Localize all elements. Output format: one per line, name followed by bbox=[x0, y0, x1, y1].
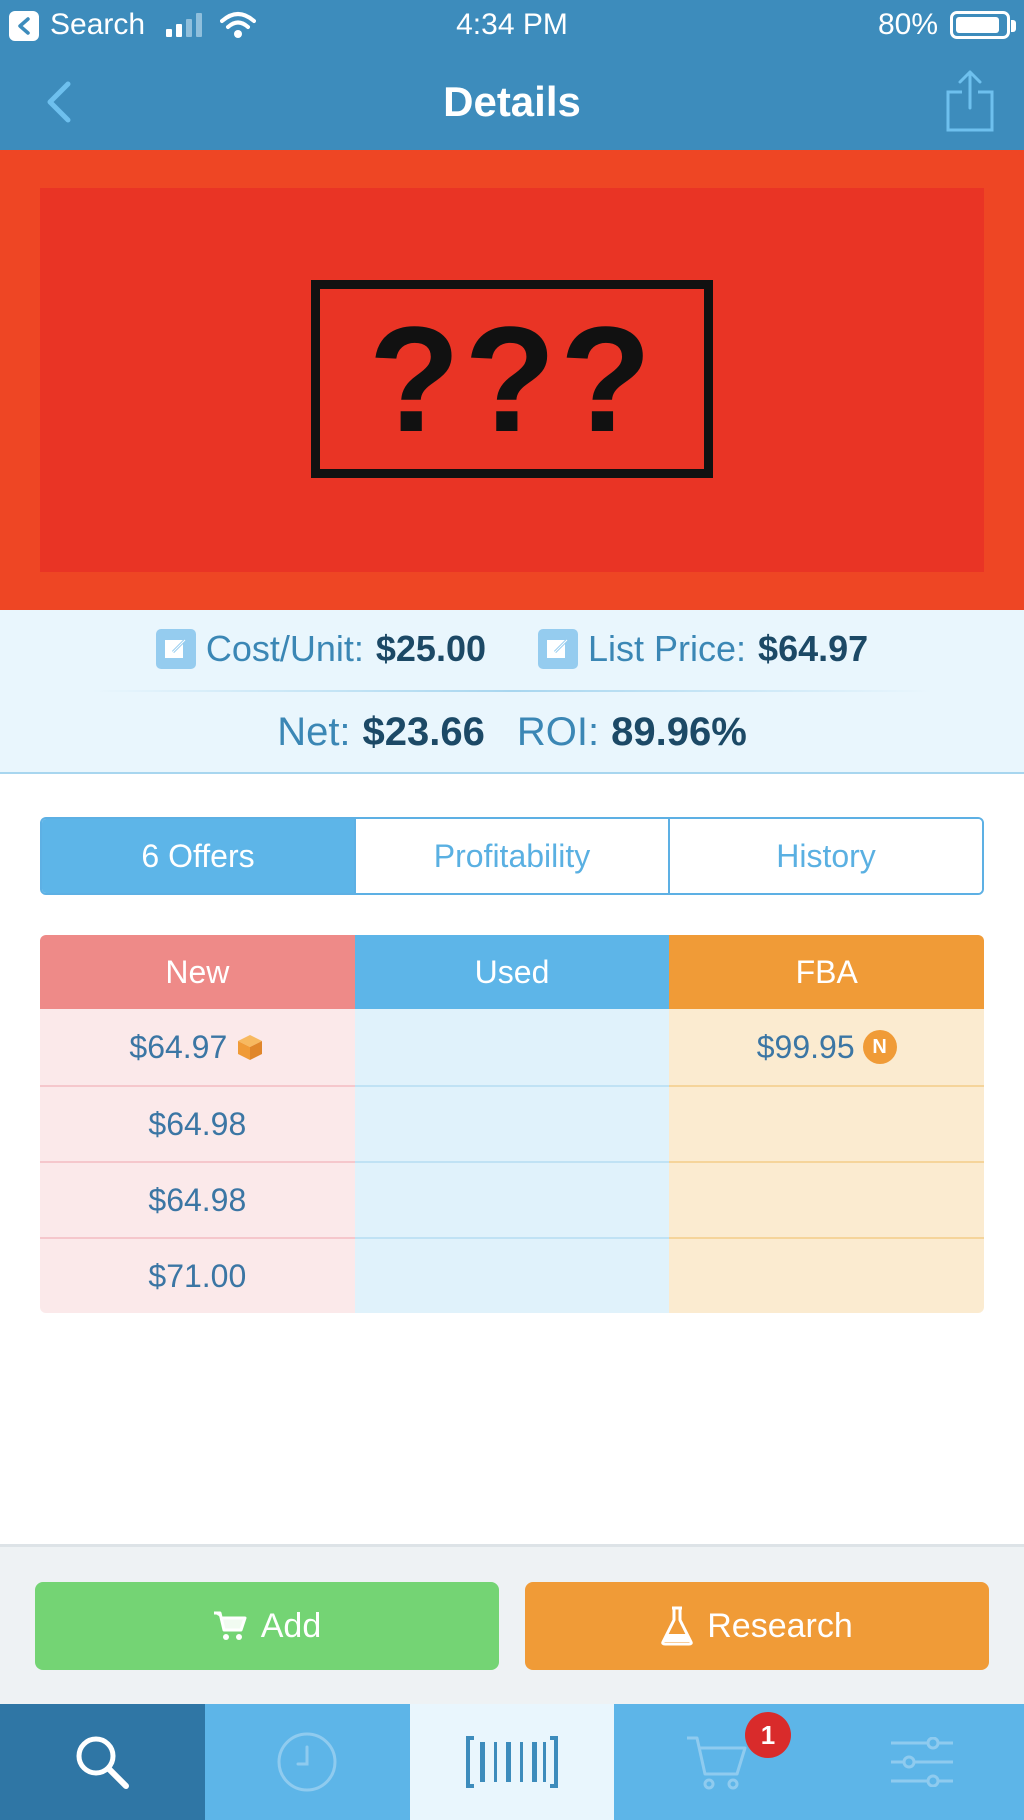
clock-icon bbox=[277, 1732, 337, 1792]
cost-label: Cost/Unit: bbox=[205, 628, 364, 669]
offers-table: New $64.97 $64.98 $64.98 $71.00 Used FBA… bbox=[40, 935, 984, 1313]
box-icon bbox=[238, 1035, 263, 1060]
column-header-new: New bbox=[40, 935, 355, 1009]
add-label: Add bbox=[260, 1606, 322, 1645]
list-price-value: $64.97 bbox=[758, 628, 869, 669]
net-stat: Net: $23.66 bbox=[277, 710, 485, 755]
offer-price: $71.00 bbox=[148, 1257, 247, 1294]
barcode-icon bbox=[465, 1736, 558, 1788]
offer-cell bbox=[354, 1161, 670, 1237]
flask-icon bbox=[661, 1606, 693, 1646]
tabbar-history[interactable] bbox=[204, 1704, 410, 1820]
roi-value: 89.96% bbox=[611, 710, 747, 754]
edit-list-price-icon[interactable] bbox=[538, 629, 578, 669]
roi-stat: ROI: 89.96% bbox=[517, 710, 747, 755]
net-value: $23.66 bbox=[362, 710, 485, 754]
offer-cell bbox=[669, 1237, 984, 1313]
status-time: 4:34 PM bbox=[456, 8, 568, 41]
research-button[interactable]: Research bbox=[525, 1582, 989, 1670]
column-header-used: Used bbox=[354, 935, 670, 1009]
offer-cell: $64.98 bbox=[40, 1085, 355, 1161]
product-image: ??? bbox=[0, 150, 1024, 610]
page-title: Details bbox=[443, 78, 581, 125]
offers-column-fba: FBA $99.95 N bbox=[669, 935, 984, 1313]
tabbar-search[interactable] bbox=[0, 1704, 205, 1820]
bottom-tab-bar bbox=[0, 1704, 1024, 1820]
list-price-label: List Price: bbox=[588, 628, 747, 669]
status-bar: Search 4:34 PM 80% bbox=[0, 0, 1024, 50]
action-bar: Add Research bbox=[0, 1544, 1024, 1704]
battery-nub bbox=[1011, 20, 1016, 32]
new-condition-badge: N bbox=[862, 1030, 897, 1064]
add-button[interactable]: Add bbox=[35, 1582, 499, 1670]
cart-count-badge: 1 bbox=[745, 1712, 791, 1758]
offer-cell bbox=[669, 1161, 984, 1237]
offer-cell: $99.95 N bbox=[669, 1009, 984, 1085]
offer-cell bbox=[354, 1237, 670, 1313]
summary-divider bbox=[92, 690, 932, 692]
sliders-icon bbox=[890, 1737, 953, 1787]
offer-cell bbox=[354, 1009, 670, 1085]
product-image-inner: ??? bbox=[40, 188, 984, 572]
tab-profitability[interactable]: Profitability bbox=[354, 819, 668, 893]
offer-price: $64.98 bbox=[148, 1181, 247, 1218]
research-label: Research bbox=[707, 1606, 853, 1645]
tabbar-scan[interactable] bbox=[409, 1704, 615, 1820]
list-price[interactable]: List Price: $64.97 bbox=[538, 628, 868, 670]
cost-value: $25.00 bbox=[375, 628, 486, 669]
cost-per-unit[interactable]: Cost/Unit: $25.00 bbox=[155, 628, 486, 670]
roi-label: ROI: bbox=[516, 710, 600, 754]
offer-cell: $71.00 bbox=[40, 1237, 355, 1313]
offer-cell: $64.98 bbox=[40, 1161, 355, 1237]
battery-icon bbox=[950, 11, 1010, 39]
tabbar-cart[interactable] bbox=[614, 1704, 820, 1820]
offer-cell bbox=[354, 1085, 670, 1161]
cart-icon bbox=[686, 1736, 747, 1790]
tab-history[interactable]: History bbox=[668, 819, 982, 893]
profit-summary: Cost/Unit: $25.00 List Price: $64.97 Net… bbox=[0, 610, 1024, 774]
offers-column-new: New $64.97 $64.98 $64.98 $71.00 bbox=[40, 935, 355, 1313]
tabbar-settings[interactable] bbox=[819, 1704, 1024, 1820]
share-icon[interactable] bbox=[944, 68, 996, 134]
cart-icon bbox=[213, 1611, 247, 1640]
offer-cell: $64.97 bbox=[40, 1009, 355, 1085]
unknown-product-placeholder: ??? bbox=[311, 280, 713, 478]
offer-price: $64.98 bbox=[148, 1105, 247, 1142]
offers-column-used: Used bbox=[354, 935, 670, 1313]
offer-price: $64.97 bbox=[129, 1028, 228, 1065]
nav-bar: Details bbox=[0, 50, 1024, 150]
search-icon bbox=[76, 1736, 130, 1789]
battery-percent: 80% bbox=[877, 8, 938, 41]
column-header-fba: FBA bbox=[669, 935, 984, 1009]
offer-price: $99.95 bbox=[756, 1028, 855, 1065]
net-label: Net: bbox=[277, 710, 351, 754]
tab-offers[interactable]: 6 Offers bbox=[42, 819, 354, 893]
placeholder-text: ??? bbox=[368, 295, 656, 463]
offer-cell bbox=[669, 1085, 984, 1161]
segmented-tabs: 6 Offers Profitability History bbox=[40, 817, 984, 895]
edit-cost-icon[interactable] bbox=[155, 629, 196, 669]
